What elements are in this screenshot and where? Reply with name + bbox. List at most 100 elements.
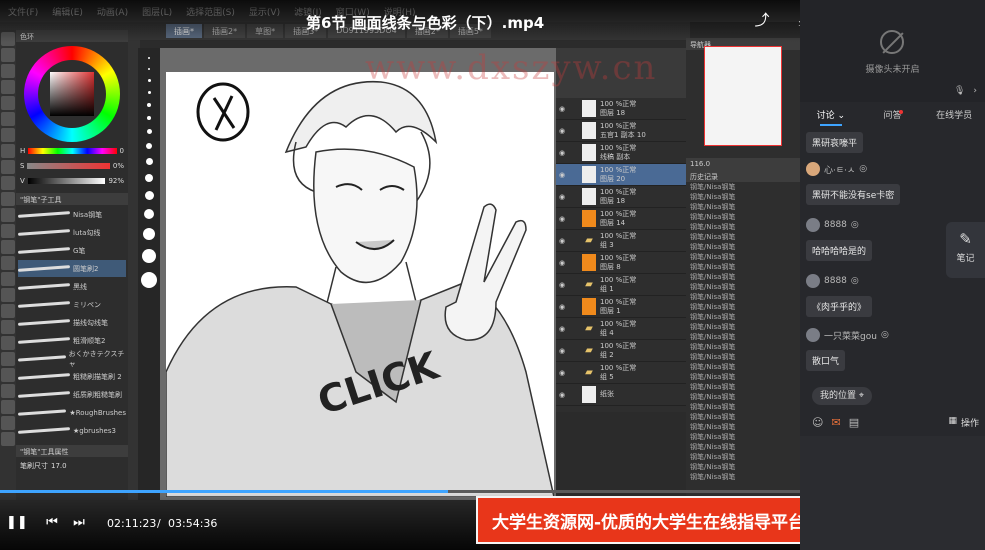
layer-row[interactable]: ◉ 100 %正常 五官1 副本 10 <box>556 120 686 142</box>
history-item[interactable]: 钢笔/Nisa钢笔 <box>686 292 800 302</box>
layer-row[interactable]: ◉ 100 %正常 图层 8 <box>556 252 686 274</box>
history-item[interactable]: 钢笔/Nisa钢笔 <box>686 372 800 382</box>
brush-size-dot[interactable] <box>147 103 151 107</box>
tool-button[interactable] <box>1 112 15 126</box>
eye-icon[interactable]: ◉ <box>556 193 568 201</box>
history-item[interactable]: 钢笔/Nisa钢笔 <box>686 342 800 352</box>
brush-item[interactable]: 圆笔刷2 <box>17 260 126 277</box>
tool-button[interactable] <box>1 320 15 334</box>
eye-icon[interactable]: ◉ <box>556 127 568 135</box>
layer-row[interactable]: ◉ ▰ 100 %正常组 4 <box>556 318 686 340</box>
video-player[interactable]: 文件(F)编辑(E)动画(A)图层(L)选择范围(S)显示(V)滤镜(I)窗口(… <box>0 0 800 550</box>
brush-size-dot[interactable] <box>147 79 151 82</box>
history-item[interactable]: 钢笔/Nisa钢笔 <box>686 432 800 442</box>
history-item[interactable]: 钢笔/Nisa钢笔 <box>686 322 800 332</box>
tool-button[interactable] <box>1 96 15 110</box>
tool-button[interactable] <box>1 160 15 174</box>
tool-button[interactable] <box>1 272 15 286</box>
tool-button[interactable] <box>1 176 15 190</box>
brush-item[interactable]: Nisa钢笔 <box>17 206 126 223</box>
layer-row[interactable]: ◉ ▰ 100 %正常组 1 <box>556 274 686 296</box>
history-item[interactable]: 钢笔/Nisa钢笔 <box>686 182 800 192</box>
history-item[interactable]: 钢笔/Nisa钢笔 <box>686 252 800 262</box>
layer-row[interactable]: ◉ 100 %正常 图层 18 <box>556 98 686 120</box>
history-item[interactable]: 钢笔/Nisa钢笔 <box>686 442 800 452</box>
brush-size-dot[interactable] <box>143 228 155 240</box>
brush-item[interactable]: 纸质刷粗糙笔刷 <box>17 386 126 403</box>
pause-icon[interactable]: ❚❚ <box>6 515 28 531</box>
history-item[interactable]: 钢笔/Nisa钢笔 <box>686 242 800 252</box>
gift-icon[interactable]: ✉ <box>831 416 840 429</box>
previous-icon[interactable]: ⏮ <box>43 515 61 531</box>
history-item[interactable]: 钢笔/Nisa钢笔 <box>686 382 800 392</box>
tool-button[interactable] <box>1 384 15 398</box>
history-item[interactable]: 钢笔/Nisa钢笔 <box>686 422 800 432</box>
tab-qa[interactable]: 问答 <box>862 106 924 126</box>
eye-icon[interactable]: ◉ <box>556 259 568 267</box>
history-item[interactable]: 钢笔/Nisa钢笔 <box>686 262 800 272</box>
tab-online-students[interactable]: 在线学员 <box>923 106 985 126</box>
share-icon[interactable]: ⤴ <box>752 10 772 30</box>
layer-row[interactable]: ◉ 100 %正常 图层 18 <box>556 186 686 208</box>
brush-size-dot[interactable] <box>144 209 154 219</box>
tool-button[interactable] <box>1 224 15 238</box>
brush-size-dot[interactable] <box>147 91 151 94</box>
tool-button[interactable] <box>1 192 15 206</box>
tool-button[interactable] <box>1 416 15 430</box>
history-item[interactable]: 钢笔/Nisa钢笔 <box>686 302 800 312</box>
brush-item[interactable]: おくかきテクスチャ <box>17 350 126 368</box>
history-item[interactable]: 钢笔/Nisa钢笔 <box>686 202 800 212</box>
history-item[interactable]: 钢笔/Nisa钢笔 <box>686 212 800 222</box>
emoji-icon[interactable]: ☺ <box>812 416 823 429</box>
notes-button[interactable]: ✎ 笔记 <box>946 222 985 278</box>
brush-item[interactable]: G笔 <box>17 242 126 259</box>
tool-button[interactable] <box>1 128 15 142</box>
location-button[interactable]: 我的位置 ⌖ <box>812 387 872 405</box>
history-item[interactable]: 钢笔/Nisa钢笔 <box>686 222 800 232</box>
brush-item[interactable]: luta勾线 <box>17 224 126 241</box>
history-item[interactable]: 钢笔/Nisa钢笔 <box>686 312 800 322</box>
tool-button[interactable] <box>1 64 15 78</box>
layer-row[interactable]: ◉ ▰ 100 %正常组 3 <box>556 230 686 252</box>
brush-size-dot[interactable] <box>148 68 150 70</box>
eye-icon[interactable]: ◉ <box>556 325 568 333</box>
layer-row[interactable]: ◉ ▰ 100 %正常组 2 <box>556 340 686 362</box>
brush-size-dot[interactable] <box>145 174 153 182</box>
tool-button[interactable] <box>1 144 15 158</box>
layer-row[interactable]: ◉ ▰ 100 %正常组 5 <box>556 362 686 384</box>
tool-button[interactable] <box>1 240 15 254</box>
history-item[interactable]: 钢笔/Nisa钢笔 <box>686 412 800 422</box>
brush-size-dot[interactable] <box>141 272 157 288</box>
brush-item[interactable]: 描线勾线笔 <box>17 314 126 331</box>
brush-size-dot[interactable] <box>146 129 152 134</box>
layer-row[interactable]: ◉ 纸张 <box>556 384 686 406</box>
brush-item[interactable]: ★gbrushes3 <box>17 422 126 439</box>
brush-size-dot[interactable] <box>147 116 151 120</box>
history-item[interactable]: 钢笔/Nisa钢笔 <box>686 232 800 242</box>
expand-icon[interactable]: › <box>973 86 977 96</box>
history-item[interactable]: 钢笔/Nisa钢笔 <box>686 332 800 342</box>
brush-item[interactable]: 粗滑顺笔2 <box>17 332 126 349</box>
layer-row[interactable]: ◉ 100 %正常 图层 1 <box>556 296 686 318</box>
history-item[interactable]: 钢笔/Nisa钢笔 <box>686 362 800 372</box>
tool-button[interactable] <box>1 288 15 302</box>
brush-size-dot[interactable] <box>145 158 153 165</box>
history-item[interactable]: 钢笔/Nisa钢笔 <box>686 472 800 482</box>
eye-icon[interactable]: ◉ <box>556 149 568 157</box>
tool-button[interactable] <box>1 304 15 318</box>
tool-button[interactable] <box>1 400 15 414</box>
eye-icon[interactable]: ◉ <box>556 215 568 223</box>
eye-icon[interactable]: ◉ <box>556 347 568 355</box>
tool-button[interactable] <box>1 432 15 446</box>
eye-icon[interactable]: ◉ <box>556 391 568 399</box>
history-item[interactable]: 钢笔/Nisa钢笔 <box>686 272 800 282</box>
history-item[interactable]: 钢笔/Nisa钢笔 <box>686 462 800 472</box>
brush-size-dot[interactable] <box>146 143 152 149</box>
tool-button[interactable] <box>1 80 15 94</box>
brush-item[interactable]: 黑线 <box>17 278 126 295</box>
mic-icon[interactable]: 🎙 <box>954 86 965 96</box>
history-item[interactable]: 钢笔/Nisa钢笔 <box>686 452 800 462</box>
operate-button[interactable]: ▦ 操作 <box>948 416 979 429</box>
tool-button[interactable] <box>1 336 15 350</box>
tool-button[interactable] <box>1 208 15 222</box>
